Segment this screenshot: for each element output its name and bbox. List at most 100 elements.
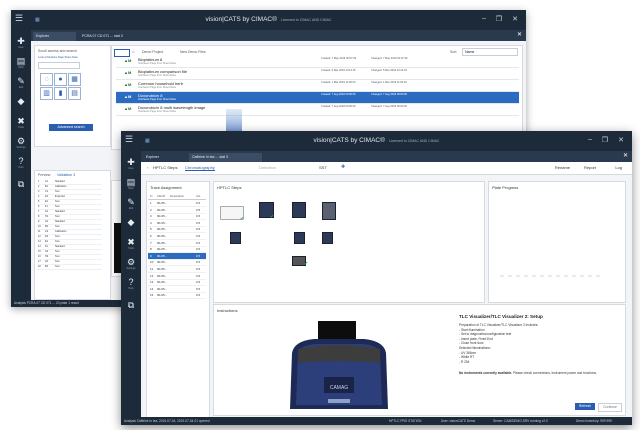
table-cell: 16 <box>38 255 41 258</box>
table-cell: E2 <box>45 240 48 243</box>
scanner-device-icon[interactable] <box>322 232 333 244</box>
search-hint[interactable]: Look at Modules Page Share Data <box>38 56 78 59</box>
filter-tile-6[interactable]: ▤ <box>68 87 81 100</box>
nav-new[interactable]: ✚ New <box>121 158 141 171</box>
device-brand-label: CAMAG <box>330 385 348 391</box>
filter-tile-2[interactable]: ● <box>54 73 67 86</box>
tab-analysis[interactable]: Caffeine in tea ... stat 3 <box>189 153 262 162</box>
visualizer-device-icon[interactable] <box>294 232 305 244</box>
continue-button[interactable]: Continue <box>598 403 622 412</box>
check-icon: ✔ <box>304 261 309 267</box>
breadcrumb-folder[interactable]: New Demo Files <box>180 50 206 54</box>
track-volume: 0.5 <box>196 267 201 271</box>
advanced-search-button[interactable]: Advanced search <box>49 124 93 131</box>
step-hptlc[interactable]: HPTLC Steps <box>153 165 177 170</box>
tab-validation[interactable]: Validation 3 <box>57 173 75 177</box>
pen-icon: ✎ <box>17 76 25 86</box>
track-list: 1 90-05... 0.5 2 90-05... 0.5 3 90-05... 0.5 4 90-… <box>148 200 206 300</box>
chamber-device-icon[interactable] <box>292 202 306 218</box>
file-row[interactable]: ▲M Common household herb Interfaces Page f… <box>116 80 519 92</box>
tab-close-icon[interactable]: ✕ <box>517 31 522 38</box>
tab-explorer[interactable]: Explorer <box>143 153 186 162</box>
file-changed: Changed: 1 Mar 2019 11:09:23 <box>371 81 407 84</box>
derivatizer-device-icon[interactable] <box>230 232 241 244</box>
filter-tile-4[interactable]: ▥ <box>40 87 53 100</box>
step-sst[interactable]: SST <box>319 165 327 170</box>
track-vial-id: 90-05... <box>157 293 168 298</box>
nav-tools[interactable]: ✖ Tools <box>11 117 31 130</box>
tab-analysis[interactable]: PCRA 07 CD 071 ... stat 3 <box>79 32 157 41</box>
left-nav: ✚ New ▤ Open ✎ Edit ◆ ✖ Tools ⚙ Settings ? Hel… <box>11 30 31 307</box>
table-cell: B2 <box>45 225 48 228</box>
add-step-icon[interactable]: ✚ <box>341 164 345 170</box>
heater-device-icon[interactable] <box>322 202 336 220</box>
track-vial-id: 90-05... <box>157 286 168 291</box>
step-detection[interactable]: Detection <box>259 165 276 170</box>
track-vial-id: 90-05... <box>157 253 168 258</box>
nav-tag[interactable]: ◆ <box>121 218 141 227</box>
track-volume: 0.5 <box>196 201 201 205</box>
refresh-button[interactable]: Refresh <box>575 403 595 410</box>
nav-open[interactable]: ▤ Open <box>121 178 141 191</box>
filter-tile-5[interactable]: ▮ <box>54 87 67 100</box>
nav-edit[interactable]: ✎ Edit <box>11 76 31 90</box>
table-cell: Test <box>55 215 60 218</box>
minimize-icon[interactable]: – <box>482 15 486 22</box>
filter-tile-3[interactable]: ▦ <box>68 73 81 86</box>
sort-select[interactable]: Name <box>462 48 518 56</box>
search-input[interactable] <box>38 62 80 69</box>
gear-icon: ⚙ <box>126 257 136 267</box>
close-icon[interactable]: ✕ <box>618 136 624 144</box>
table-cell: C1 <box>45 190 49 193</box>
tab-explorer[interactable]: Explorer <box>33 32 76 41</box>
table-cell: Test <box>55 260 60 263</box>
filter-tile-1[interactable]: ◌ <box>40 73 53 86</box>
instruction-list: Preparation of TLC Visualizer/TLC Visual… <box>459 323 619 364</box>
track-volume: 0.5 <box>196 220 201 225</box>
back-icon[interactable]: ‹ <box>147 165 148 170</box>
search-panel-title: Scroll access and search <box>38 49 77 53</box>
table-cell: D1 <box>45 195 49 198</box>
track-title: Track Assignment <box>150 185 182 190</box>
breadcrumb-project[interactable]: Demo Project <box>142 50 163 54</box>
nav-edit[interactable]: ✎ Edit <box>121 198 141 211</box>
nav-info[interactable]: ⧉ <box>121 301 141 310</box>
nav-tag[interactable]: ◆ <box>11 97 31 106</box>
nav-help[interactable]: ? Help <box>121 277 141 291</box>
nav-new[interactable]: ✚ New <box>11 37 31 50</box>
minimize-icon[interactable]: – <box>588 136 592 143</box>
home-icon[interactable]: ⌂ <box>132 49 134 54</box>
track-row[interactable]: 15 90-05... 0.5 <box>148 292 206 300</box>
help-icon: ? <box>128 277 134 287</box>
table-cell: A3 <box>45 260 48 263</box>
maximize-icon[interactable]: ❐ <box>602 136 608 144</box>
nav-tools[interactable]: ✖ Tools <box>121 238 141 251</box>
table-cell: Test <box>55 225 60 228</box>
nav-help[interactable]: ? Help <box>11 157 31 170</box>
step-chromatography[interactable]: Chromatography <box>185 165 215 171</box>
table-row[interactable]: 18 B3 Test <box>37 265 102 271</box>
nav-settings[interactable]: ⚙ Settings <box>11 137 31 150</box>
tab-close-icon[interactable]: ✕ <box>623 152 628 159</box>
file-row[interactable]: ▲M Bioplatinum comparison file Interfaces … <box>116 68 519 80</box>
tab-preview[interactable]: Preview <box>38 173 50 177</box>
file-row[interactable]: ▲M Doxorubicin 8 multi wavelength image In… <box>116 104 519 116</box>
log-button[interactable]: Log <box>615 165 622 170</box>
report-button[interactable]: Report <box>584 165 596 170</box>
rename-button[interactable]: Rename <box>555 165 570 170</box>
table-cell: Standard <box>55 210 65 213</box>
nav-settings[interactable]: ⚙ Settings <box>121 257 141 271</box>
status-bar: Analysis Caffeine in tea, 2019-07-04, 20… <box>121 417 632 425</box>
file-row[interactable]: ▲M Doxorubicin 8 Interfaces Page from Shee… <box>116 92 519 104</box>
bottle-icon: ▮ <box>58 90 63 97</box>
table-cell: B1 <box>45 185 48 188</box>
left-nav: ✚ New ▤ Open ✎ Edit ◆ ✖ Tools ⚙ Settings ? Hel… <box>121 151 141 425</box>
file-row[interactable]: ▲M Bioplatinum 8 Interfaces Page from Shee… <box>116 56 519 68</box>
nav-info[interactable]: ⧉ <box>11 180 31 189</box>
track-volume: 0.5 <box>196 214 201 219</box>
track-header: Tr. Vial ID Description Vol. <box>148 193 206 200</box>
track-vial-id: 90-05... <box>157 260 168 265</box>
nav-open[interactable]: ▤ Open <box>11 57 31 70</box>
maximize-icon[interactable]: ❐ <box>496 15 502 23</box>
close-icon[interactable]: ✕ <box>512 15 518 23</box>
